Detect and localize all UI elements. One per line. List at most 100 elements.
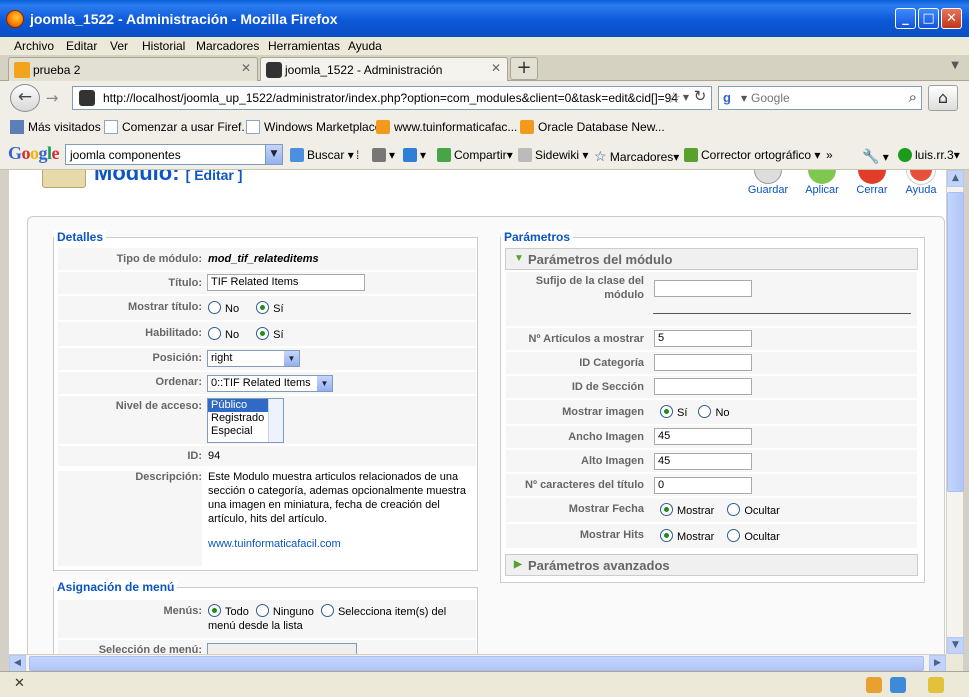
menus-ninguno-radio[interactable]: [255, 604, 269, 617]
google-buscar-button[interactable]: Buscar ▾: [290, 148, 354, 162]
url-text[interactable]: http://localhost/joomla_up_1522/administ…: [103, 91, 678, 105]
page-icon: [104, 120, 118, 134]
minimize-button[interactable]: _: [895, 8, 916, 29]
url-bar[interactable]: http://localhost/joomla_up_1522/administ…: [72, 86, 712, 110]
close-tab-icon[interactable]: ✕: [241, 61, 251, 75]
titulo-input[interactable]: TIF Related Items: [207, 274, 365, 291]
menu-historial[interactable]: Historial: [142, 37, 185, 55]
url-history-dropdown-icon[interactable]: ▼: [683, 93, 689, 102]
status-tool-icon[interactable]: [890, 677, 906, 693]
google-sidewiki-button[interactable]: Sidewiki ▾: [518, 148, 588, 162]
search-box[interactable]: g ▼ ⌕: [718, 86, 922, 110]
ordenar-select[interactable]: 0::TIF Related Items ▼: [207, 375, 333, 392]
bookmark-oracle[interactable]: Oracle Database New...: [520, 120, 665, 134]
chevron-down-icon[interactable]: ▼: [317, 376, 332, 391]
scroll-down-arrow[interactable]: ▼: [947, 637, 964, 654]
ancho-input[interactable]: 45: [654, 428, 752, 445]
bookmark-comenzar[interactable]: Comenzar a usar Firef...: [104, 120, 251, 134]
menu-ver[interactable]: Ver: [110, 37, 128, 55]
menu-ayuda[interactable]: Ayuda: [348, 37, 382, 55]
menus-todo-radio[interactable]: [208, 604, 221, 617]
new-tab-button[interactable]: +: [510, 57, 538, 80]
mostrar-hits-row: Mostrar Hits Mostrar Ocultar: [506, 524, 917, 548]
vertical-scrollbar[interactable]: ▲ ▼: [946, 170, 964, 654]
mostrar-titulo-si-radio[interactable]: [256, 301, 270, 314]
menu-marcadores[interactable]: Marcadores: [196, 37, 259, 55]
horizontal-scrollbar[interactable]: ◀ ▶: [9, 654, 946, 672]
menu-herramientas[interactable]: Herramientas: [268, 37, 340, 55]
google-marcadores-button[interactable]: ☆ Marcadores▾: [594, 148, 679, 165]
mostrar-hits-ocultar-radio[interactable]: [727, 529, 741, 542]
google-more-chevron[interactable]: »: [826, 148, 833, 162]
bookmark-star-icon[interactable]: ☆: [667, 88, 681, 107]
google-corrector-button[interactable]: Corrector ortográfico ▾: [684, 148, 820, 162]
caracteres-input[interactable]: 0: [654, 477, 752, 494]
mostrar-imagen-si-radio[interactable]: [660, 405, 673, 418]
google-engine-icon[interactable]: g: [723, 90, 731, 105]
search-input[interactable]: [751, 90, 901, 106]
forward-button[interactable]: →: [42, 89, 62, 109]
bookmark-mas-visitados[interactable]: Más visitados: [10, 120, 101, 134]
tab-prueba-2[interactable]: prueba 2 ✕: [8, 57, 258, 81]
google-bookmark-tool-icon[interactable]: ▾: [372, 148, 395, 162]
categoria-input[interactable]: [654, 354, 752, 371]
close-findbar-icon[interactable]: ✕: [14, 676, 25, 691]
google-wrench-button[interactable]: 🔧 ▾: [862, 148, 889, 165]
search-icon[interactable]: ⌕: [909, 88, 917, 106]
nivel-publico-option[interactable]: Público: [208, 399, 268, 412]
horizontal-scroll-thumb[interactable]: [29, 656, 924, 671]
google-account-button[interactable]: luis.rr.3▾: [898, 148, 960, 162]
asignacion-menu-legend: Asignación de menú: [54, 580, 178, 594]
scroll-up-arrow[interactable]: ▲: [947, 170, 964, 187]
site-identity-icon[interactable]: [79, 90, 95, 106]
mostrar-titulo-no-radio[interactable]: [208, 301, 221, 314]
seccion-input[interactable]: [654, 378, 752, 395]
alto-input[interactable]: 45: [654, 453, 752, 470]
chevron-down-icon[interactable]: ▼: [284, 351, 299, 366]
addon-icon[interactable]: [866, 677, 882, 693]
back-button[interactable]: ←: [10, 84, 40, 112]
status-extension-icon[interactable]: [928, 677, 944, 693]
parametros-avanzados-toggle[interactable]: ▶ Parámetros avanzados: [505, 554, 918, 576]
toolbar-guardar-button[interactable]: Guardar: [740, 170, 796, 200]
mostrar-fecha-ocultar-radio[interactable]: [727, 503, 741, 516]
menu-archivo[interactable]: Archivo: [14, 37, 54, 55]
habilitado-si-radio[interactable]: [256, 327, 270, 340]
habilitado-no-radio[interactable]: [208, 327, 221, 340]
vertical-scroll-thumb[interactable]: [947, 192, 964, 492]
list-all-tabs-icon[interactable]: ▼: [951, 60, 959, 71]
seleccion-menu-listbox[interactable]: [207, 643, 357, 654]
bookmark-tuinformaticafacil[interactable]: www.tuinformaticafac...: [376, 120, 517, 134]
maximize-button[interactable]: □: [918, 8, 939, 29]
nivel-acceso-listbox[interactable]: Público Registrado Especial: [207, 398, 284, 443]
mostrar-hits-mostrar-radio[interactable]: [660, 529, 673, 542]
toolbar-ayuda-button[interactable]: Ayuda: [893, 170, 946, 200]
toolbar-aplicar-button[interactable]: Aplicar: [794, 170, 850, 200]
google-translate-tool-icon[interactable]: ▾: [403, 148, 426, 162]
chevron-down-icon[interactable]: ▼: [265, 145, 282, 164]
bookmark-windows-marketplace[interactable]: Windows Marketplace: [246, 120, 381, 134]
mostrar-fecha-mostrar-radio[interactable]: [660, 503, 673, 516]
reload-icon[interactable]: ↻: [691, 87, 709, 105]
posicion-select[interactable]: right ▼: [207, 350, 300, 367]
close-window-button[interactable]: ✕: [941, 8, 962, 29]
sufijo-input[interactable]: [654, 280, 752, 297]
search-engine-dropdown-icon[interactable]: ▼: [741, 94, 747, 103]
tipo-value: mod_tif_relateditems: [208, 253, 319, 265]
menu-editar[interactable]: Editar: [66, 37, 97, 55]
scroll-left-arrow[interactable]: ◀: [9, 655, 26, 672]
google-search-input[interactable]: joomla componentes ▼: [65, 144, 283, 165]
menus-selecciona-radio[interactable]: [320, 604, 334, 617]
tuinformaticafacil-link[interactable]: www.tuinformaticafacil.com: [208, 537, 470, 551]
scroll-right-arrow[interactable]: ▶: [929, 655, 946, 672]
home-button[interactable]: ⌂: [928, 85, 958, 111]
toolbar-cerrar-button[interactable]: Cerrar: [844, 170, 900, 200]
google-compartir-button[interactable]: Compartir▾: [437, 148, 513, 162]
close-tab-icon[interactable]: ✕: [491, 61, 501, 75]
articulos-input[interactable]: 5: [654, 330, 752, 347]
parametros-modulo-toggle[interactable]: ▼ Parámetros del módulo: [505, 248, 918, 270]
mostrar-imagen-no-radio[interactable]: [698, 405, 712, 418]
google-tool-divider-icon[interactable]: ⁞: [356, 148, 359, 162]
tab-joomla[interactable]: joomla_1522 - Administración ✕: [260, 57, 508, 82]
listbox-scrollbar[interactable]: [268, 399, 283, 442]
